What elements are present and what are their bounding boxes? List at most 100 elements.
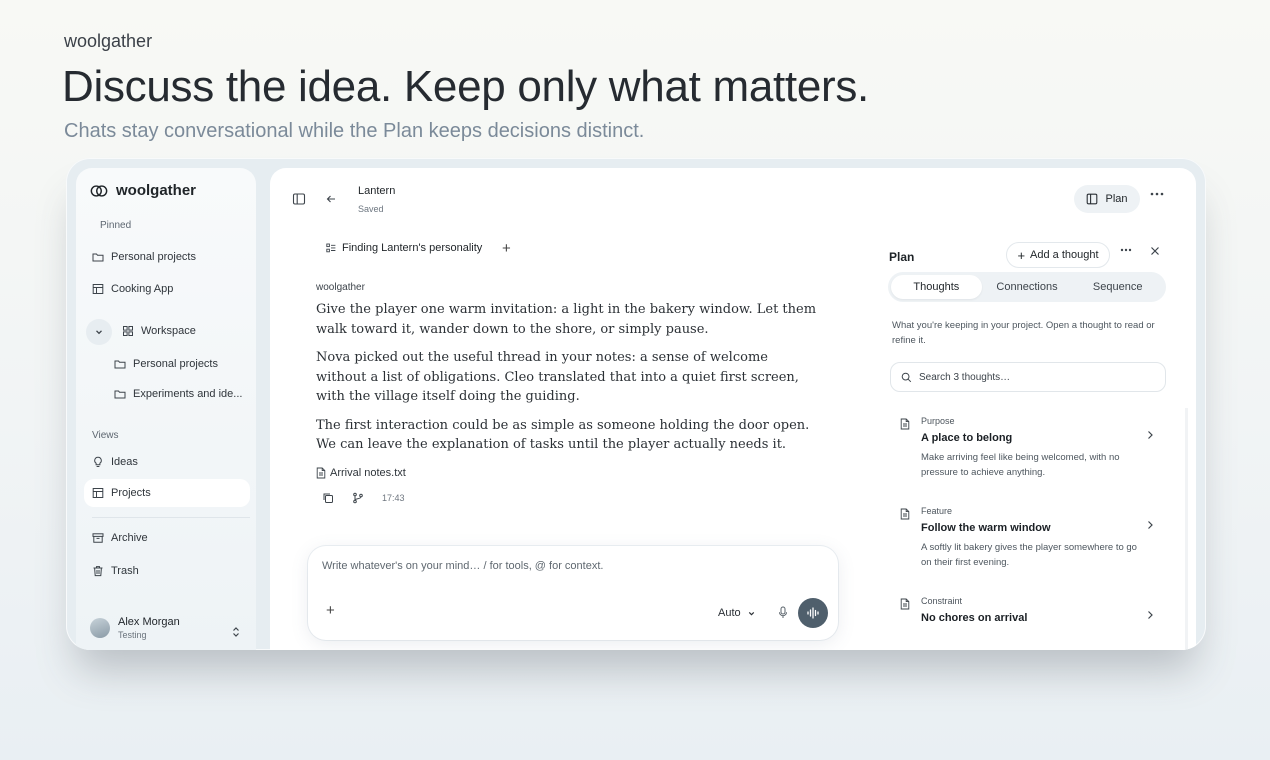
sidebar-item-archive[interactable]: Archive (92, 526, 148, 550)
close-icon[interactable] (1150, 246, 1160, 256)
hero-brand: woolgather (64, 31, 153, 51)
plan-description: What you're keeping in your project. Ope… (892, 320, 1155, 346)
list-icon (326, 243, 336, 253)
sidebar-item-label: Projects (111, 487, 151, 499)
chat-tab-label: Finding Lantern's personality (342, 242, 483, 254)
tab-connections[interactable]: Connections (982, 275, 1073, 299)
sidebar-item-personal-projects[interactable]: Personal projects (92, 245, 196, 269)
add-tab-button[interactable]: + (502, 240, 511, 257)
chevron-down-icon (748, 611, 754, 615)
more-options-icon[interactable] (1120, 248, 1132, 252)
sidebar-divider (92, 517, 250, 518)
plan-toggle-button[interactable]: Plan (1074, 185, 1140, 213)
thought-title: A place to belong (921, 432, 1013, 444)
sidebar-item-label: Ideas (111, 456, 138, 468)
trash-icon (93, 566, 103, 577)
message-author: woolgather (316, 282, 365, 293)
sidebar-item-label: Trash (111, 565, 139, 577)
message-paragraph: Give the player one warm invitation: a l… (316, 302, 817, 337)
document-title: Lantern (358, 185, 396, 197)
sidebar-item-label: Archive (111, 532, 148, 544)
sidebar-toggle-icon[interactable] (292, 192, 306, 206)
thought-kind: Feature (921, 506, 953, 516)
microphone-icon[interactable] (778, 606, 788, 619)
sidebar-item-ideas[interactable]: Ideas (92, 450, 138, 474)
folder-icon (114, 360, 126, 369)
message-paragraph: Nova picked out the useful thread in you… (316, 350, 799, 404)
plan-tabs: Thoughts Connections Sequence (888, 272, 1166, 302)
board-icon (92, 488, 104, 498)
waveform-icon (807, 607, 819, 619)
user-profile[interactable]: Alex Morgan Testing (90, 616, 180, 640)
hero-title: Discuss the idea. Keep only what matters… (62, 62, 869, 111)
save-status: Saved (358, 204, 384, 214)
search-icon (901, 372, 912, 382)
woolgather-logo-icon (90, 184, 108, 197)
user-name: Alex Morgan (118, 616, 180, 628)
hero-subtitle: Chats stay conversational while the Plan… (64, 120, 645, 142)
user-subtitle: Testing (118, 630, 147, 640)
folder-icon (92, 253, 104, 262)
thought-card[interactable]: Purpose A place to belong Make arriving … (890, 416, 1166, 488)
views-section-label: Views (92, 430, 119, 441)
composer-add-button[interactable]: + (326, 602, 335, 619)
sidebar-item-label: Experiments and ide... (133, 388, 243, 400)
main-panel: Lantern Saved Plan Finding Lantern's per… (270, 168, 1196, 650)
sidebar-item-experiments[interactable]: Experiments and ide... (114, 382, 242, 406)
message-body: Give the player one warm invitation: a l… (316, 300, 822, 464)
more-options-icon[interactable] (1150, 192, 1164, 196)
board-icon (92, 284, 104, 294)
search-placeholder: Search 3 thoughts… (919, 371, 1011, 383)
thought-card[interactable]: Feature Follow the warm window A softly … (890, 506, 1166, 578)
voice-send-button[interactable] (798, 598, 828, 628)
sidebar-item-label: Workspace (141, 325, 196, 337)
sidebar-item-label: Personal projects (111, 251, 196, 263)
pinned-section-label: Pinned (100, 220, 132, 231)
thought-description: A softly lit bakery gives the player som… (921, 542, 1137, 568)
sidebar: woolgather Pinned Personal projects Cook… (76, 168, 256, 650)
workspace-collapse-button[interactable] (86, 319, 112, 345)
file-icon (316, 467, 326, 479)
plus-icon: + (1017, 247, 1026, 263)
document-icon (900, 598, 910, 610)
document-icon (900, 418, 910, 430)
plan-panel: Plan + Add a thought Thoughts Connection… (876, 232, 1184, 650)
back-arrow-icon[interactable] (324, 192, 338, 206)
chevron-down-icon (96, 330, 102, 335)
attachment-link[interactable]: Arrival notes.txt (316, 467, 406, 479)
thought-kind: Constraint (921, 596, 963, 606)
grid-icon (123, 326, 133, 336)
plan-toggle-label: Plan (1105, 193, 1128, 205)
sidebar-item-label: Personal projects (133, 358, 218, 370)
branch-icon[interactable] (352, 492, 364, 504)
chevron-right-icon (1148, 611, 1153, 619)
mode-select-value: Auto (718, 607, 741, 619)
tab-thoughts[interactable]: Thoughts (891, 275, 982, 299)
chevron-up-down-icon[interactable] (231, 626, 241, 638)
tab-sequence[interactable]: Sequence (1072, 275, 1163, 299)
sidebar-logo[interactable]: woolgather (90, 182, 196, 199)
thought-kind: Purpose (921, 416, 955, 426)
sidebar-item-workspace-personal-projects[interactable]: Personal projects (114, 352, 218, 376)
sidebar-item-workspace[interactable]: Workspace (122, 319, 196, 343)
thought-title: Follow the warm window (921, 522, 1051, 534)
document-icon (900, 508, 910, 520)
sidebar-item-projects[interactable]: Projects (84, 479, 250, 507)
chat-tab[interactable]: Finding Lantern's personality (326, 242, 482, 254)
folder-icon (114, 390, 126, 399)
app-window: woolgather Pinned Personal projects Cook… (66, 158, 1206, 650)
thought-title: No chores on arrival (921, 612, 1028, 624)
sidebar-item-cooking-app[interactable]: Cooking App (92, 277, 173, 301)
add-thought-button[interactable]: + Add a thought (1006, 242, 1110, 268)
thought-description: Make arriving feel like being welcomed, … (921, 452, 1120, 478)
composer-input[interactable]: Write whatever's on your mind… / for too… (322, 560, 603, 572)
copy-icon[interactable] (322, 492, 334, 504)
sidebar-item-trash[interactable]: Trash (92, 559, 139, 583)
mode-select[interactable]: Auto (718, 607, 756, 619)
plan-scrollbar[interactable] (1185, 408, 1188, 650)
composer[interactable]: Write whatever's on your mind… / for too… (308, 546, 838, 640)
panel-icon (1087, 193, 1098, 205)
message-time: 17:43 (382, 493, 405, 503)
thought-card[interactable]: Constraint No chores on arrival (890, 596, 1166, 636)
thought-search-input[interactable]: Search 3 thoughts… (890, 362, 1166, 392)
